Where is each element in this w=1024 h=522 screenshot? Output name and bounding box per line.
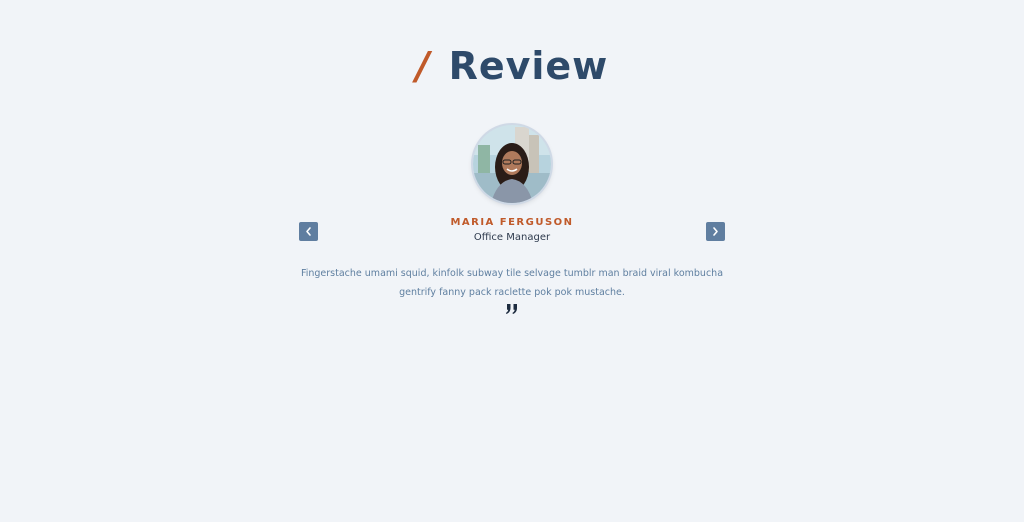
review-text: Fingerstache umami squid, kinfolk subway… bbox=[300, 268, 724, 298]
chevron-right-icon bbox=[713, 227, 718, 236]
reviewer-role: Office Manager bbox=[473, 232, 551, 243]
reviewer-avatar bbox=[473, 125, 551, 203]
reviewer-name: MARIA FERGUSON bbox=[450, 217, 574, 228]
quote-right-icon bbox=[504, 301, 520, 315]
next-review-button[interactable] bbox=[706, 222, 725, 241]
section-title: / Review bbox=[0, 44, 1024, 88]
title-text: Review bbox=[448, 44, 609, 88]
review-section: / Review MARIA FERGUSON Office Manager Fi bbox=[0, 0, 1024, 522]
title-slash: / bbox=[415, 44, 431, 88]
reviewer-photo bbox=[473, 125, 551, 203]
